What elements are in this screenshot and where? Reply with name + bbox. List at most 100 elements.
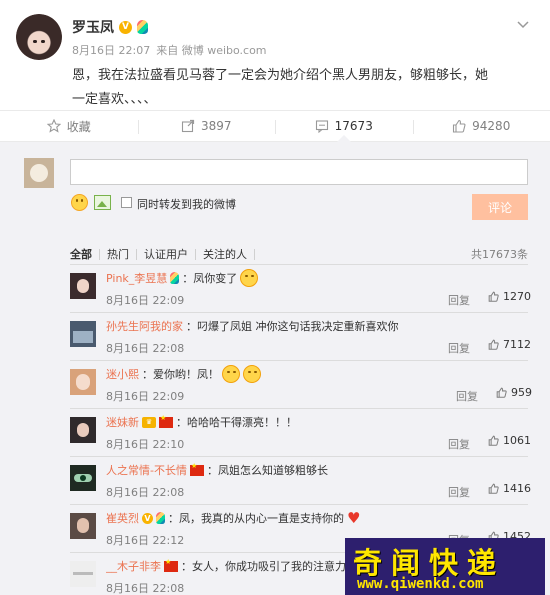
reply-button[interactable]: 回复: [448, 436, 470, 452]
watermark-url: www.qiwenkd.com: [357, 576, 484, 592]
member-bulb-icon: [156, 512, 165, 524]
comment-like-count: 959: [511, 386, 532, 399]
comment-time: 8月16日 22:09: [106, 390, 185, 403]
reply-button[interactable]: 回复: [448, 292, 470, 308]
repost-icon: [181, 119, 195, 133]
comment-like-count: 7112: [503, 338, 531, 351]
commenter-name[interactable]: 迷妹新: [106, 414, 139, 430]
like-count: 94280: [472, 119, 511, 133]
comment-like-count: 1416: [503, 482, 531, 495]
comment-item: 迷妹新 ♛ ：哈哈哈干得漂亮！！！ 8月16日 22:10 回复 1061: [70, 408, 531, 456]
post-author-avatar[interactable]: [16, 14, 62, 60]
comment-text: ：凤姐怎么知道够粗够长: [206, 464, 328, 477]
verified-v-icon: V: [142, 512, 153, 524]
laughing-emoji-icon: [240, 269, 259, 287]
picture-icon[interactable]: [94, 195, 111, 210]
commenter-avatar[interactable]: [70, 417, 96, 443]
comment-time: 8月16日 22:09: [106, 294, 185, 307]
comment-text: ：叼爆了凤姐 冲你这句话我决定重新喜欢你: [186, 320, 399, 333]
commenter-avatar[interactable]: [70, 513, 96, 539]
also-repost-checkbox[interactable]: [121, 197, 132, 208]
comment-like-button[interactable]: 959: [496, 386, 532, 399]
reply-button[interactable]: 回复: [448, 484, 470, 500]
watermark-banner: 奇闻快递 www.qiwenkd.com: [345, 538, 545, 595]
commenter-name[interactable]: __木子非李: [106, 558, 161, 574]
like-button[interactable]: 94280: [412, 111, 550, 141]
comment-time: 8月16日 22:08: [106, 486, 185, 499]
china-flag-icon: [189, 462, 204, 476]
comment-time: 8月16日 22:08: [106, 582, 185, 595]
comment-like-button[interactable]: 1061: [488, 434, 531, 447]
commenter-name[interactable]: 孙先生阿我的家: [106, 318, 183, 334]
tab-verified-users[interactable]: 认证用户: [144, 248, 196, 260]
comment-time: 8月16日 22:08: [106, 342, 185, 355]
commenter-avatar[interactable]: [70, 465, 96, 491]
post-header: 罗玉凤 V 8月16日 22:07 来自 微博 weibo.com 恩，我在法拉…: [16, 14, 534, 109]
comment-like-button[interactable]: 1416: [488, 482, 531, 495]
post-username[interactable]: 罗玉凤: [72, 17, 114, 37]
active-tab-pointer: [336, 135, 351, 142]
reply-button[interactable]: 回复: [456, 388, 478, 404]
also-repost-label: 同时转发到我的微博: [137, 198, 236, 211]
comment-text: ：爱你哟！凤！: [142, 368, 219, 381]
post-action-bar: 收藏 3897 17673 94280: [0, 110, 550, 142]
thumbs-up-icon: [488, 435, 499, 446]
thumbs-up-icon: [488, 483, 499, 494]
repost-button[interactable]: 3897: [137, 111, 276, 141]
china-flag-icon: [164, 558, 178, 572]
emoji-icon[interactable]: [71, 194, 88, 211]
reply-button[interactable]: 回复: [448, 340, 470, 356]
post-author: 罗玉凤 V: [72, 18, 148, 36]
commenter-avatar[interactable]: [70, 321, 96, 347]
tab-following[interactable]: 关注的人: [203, 248, 255, 260]
heart-icon: ♥: [347, 509, 361, 527]
kiss-emoji-icon: [222, 365, 240, 383]
comment-filter-tabs: 全部 热门 认证用户 关注的人 共17673条: [70, 246, 528, 262]
thumbs-up-icon: [496, 387, 507, 398]
submit-comment-button[interactable]: 评论: [472, 194, 528, 220]
commenter-name[interactable]: 崔英烈: [106, 510, 139, 526]
commenter-name[interactable]: Pink_李昱慧: [106, 270, 167, 286]
favorite-label: 收藏: [66, 119, 91, 134]
comment-item: 人之常情-不长情 ：凤姐怎么知道够粗够长 8月16日 22:08 回复 1416: [70, 456, 531, 504]
star-icon: [46, 118, 62, 133]
tab-all[interactable]: 全部: [70, 248, 100, 260]
comment-input[interactable]: [70, 159, 528, 185]
commenter-avatar[interactable]: [70, 273, 96, 299]
vip-badge-icon: ♛: [142, 416, 156, 428]
tab-hot[interactable]: 热门: [107, 248, 137, 260]
comment-button[interactable]: 17673: [275, 111, 413, 142]
china-flag-icon: [159, 414, 173, 428]
comment-section: 同时转发到我的微博 评论 全部 热门 认证用户 关注的人 共17673条 Pin…: [0, 142, 550, 595]
kiss-emoji-icon: [243, 365, 261, 383]
verified-v-icon: V: [119, 20, 132, 34]
thumbs-up-icon: [488, 291, 499, 302]
post-meta: 8月16日 22:07 来自 微博 weibo.com: [72, 42, 267, 58]
thumbs-up-icon: [452, 119, 466, 133]
comment-time: 8月16日 22:10: [106, 438, 185, 451]
commenter-name[interactable]: 迷小熙: [106, 366, 139, 382]
commenter-name[interactable]: 人之常情-不长情: [106, 462, 187, 478]
favorite-button[interactable]: 收藏: [0, 111, 138, 141]
comment-time: 8月16日 22:12: [106, 534, 185, 547]
post-source[interactable]: 来自 微博 weibo.com: [156, 42, 266, 58]
comment-like-count: 1061: [503, 434, 531, 447]
thumbs-up-icon: [488, 339, 499, 350]
current-user-avatar: [24, 158, 54, 188]
commenter-avatar[interactable]: [70, 369, 96, 395]
comment-item: Pink_李昱慧 ：凤你变了 8月16日 22:09 回复 1270: [70, 264, 531, 312]
post-text: 恩，我在法拉盛看见马蓉了一定会为她介绍个黑人男朋友，够粗够长，她一定喜欢、、、、: [72, 68, 489, 107]
comment-like-button[interactable]: 1270: [488, 290, 531, 303]
comment-icon: [315, 119, 329, 134]
commenter-avatar[interactable]: [70, 561, 96, 587]
post-menu-chevron-icon[interactable]: [516, 20, 530, 30]
weibo-post-card: 罗玉凤 V 8月16日 22:07 来自 微博 weibo.com 恩，我在法拉…: [0, 0, 550, 595]
post-timestamp[interactable]: 8月16日 22:07: [72, 42, 150, 58]
comment-item: 迷小熙 ：爱你哟！凤！ 8月16日 22:09 回复 959: [70, 360, 532, 408]
member-bulb-icon: [170, 272, 180, 284]
comment-text: ：凤你变了: [182, 272, 238, 285]
comment-item: 孙先生阿我的家 ：叼爆了凤姐 冲你这句话我决定重新喜欢你 8月16日 22:08…: [70, 312, 531, 360]
comment-count: 17673: [334, 119, 373, 133]
comment-like-button[interactable]: 7112: [488, 338, 531, 351]
comment-like-count: 1270: [503, 290, 531, 303]
